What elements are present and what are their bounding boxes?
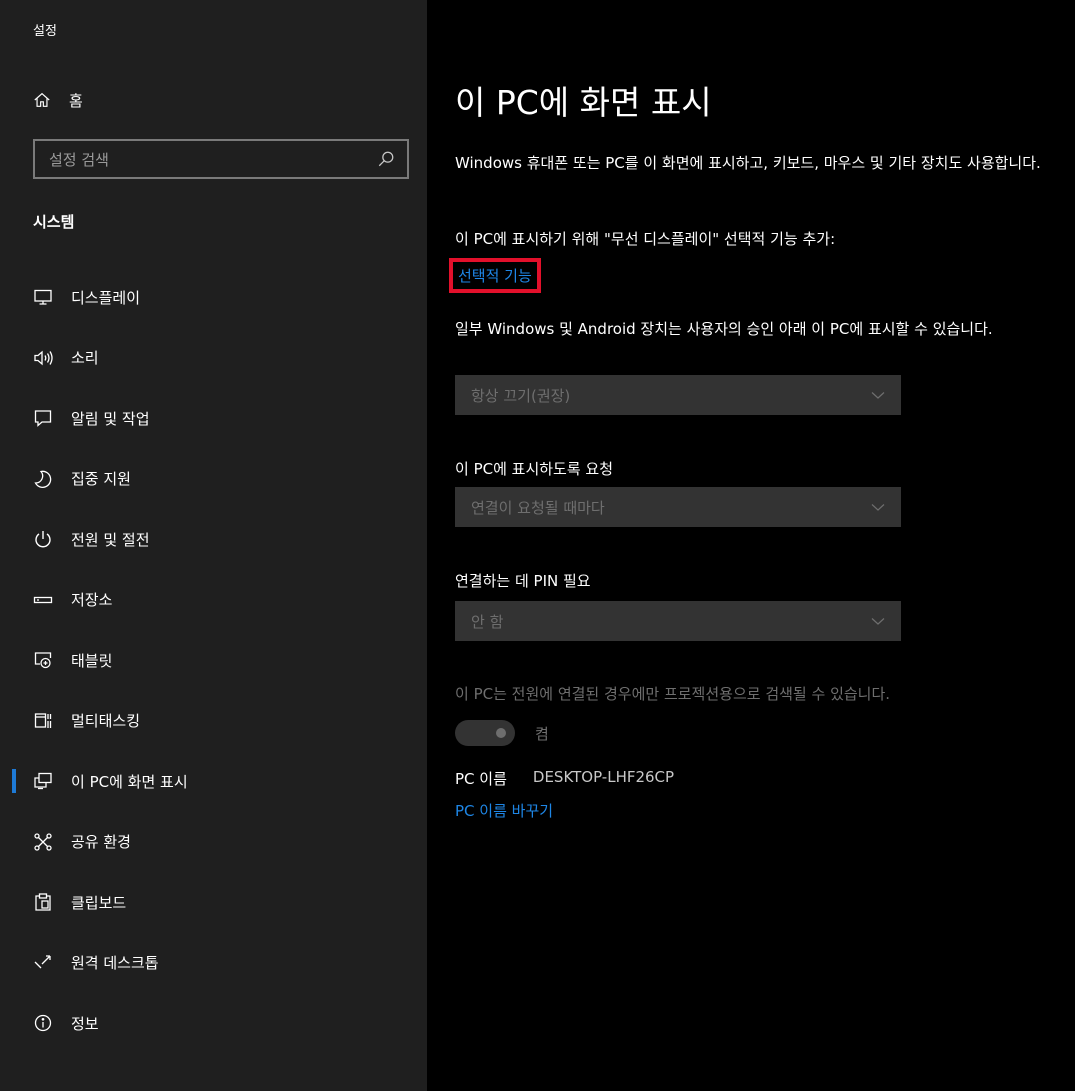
info-icon bbox=[33, 1013, 53, 1033]
chevron-down-icon bbox=[871, 504, 885, 511]
sidebar: 설정 홈 설정 검색 시스템 디스플레이 소리 알림 및 작업 집중 지원 전원… bbox=[0, 0, 427, 1091]
power-note: 이 PC는 전원에 연결된 경우에만 프로젝션용으로 검색될 수 있습니다. bbox=[455, 685, 891, 703]
sidebar-item-label: 멀티태스킹 bbox=[71, 712, 141, 731]
pc-name-label: PC 이름 bbox=[455, 770, 507, 788]
remote-desktop-icon bbox=[33, 953, 53, 973]
availability-dropdown[interactable]: 항상 끄기(권장) bbox=[455, 375, 901, 415]
sidebar-item-remote-desktop[interactable]: 원격 데스크톱 bbox=[0, 933, 427, 994]
settings-search-box[interactable]: 설정 검색 bbox=[33, 139, 409, 179]
notification-icon bbox=[33, 408, 53, 428]
sidebar-item-sound[interactable]: 소리 bbox=[0, 328, 427, 389]
sidebar-item-about[interactable]: 정보 bbox=[0, 993, 427, 1054]
sidebar-item-power[interactable]: 전원 및 절전 bbox=[0, 509, 427, 570]
sidebar-item-label: 정보 bbox=[71, 1014, 99, 1033]
sidebar-item-label: 집중 지원 bbox=[71, 470, 131, 489]
shared-experiences-icon bbox=[33, 832, 53, 852]
home-icon bbox=[34, 92, 50, 107]
pin-dropdown-value: 안 함 bbox=[471, 612, 504, 631]
sidebar-item-display[interactable]: 디스플레이 bbox=[0, 267, 427, 328]
power-toggle-row: 켬 bbox=[455, 720, 549, 746]
page-description: Windows 휴대폰 또는 PC를 이 화면에 표시하고, 키보드, 마우스 … bbox=[455, 154, 1041, 172]
sidebar-item-multitasking[interactable]: 멀티태스킹 bbox=[0, 691, 427, 752]
pin-dropdown[interactable]: 안 함 bbox=[455, 601, 901, 641]
speaker-icon bbox=[33, 348, 53, 368]
wireless-display-instruction: 이 PC에 표시하기 위해 "무선 디스플레이" 선택적 기능 추가: bbox=[455, 230, 836, 248]
request-dropdown[interactable]: 연결이 요청될 때마다 bbox=[455, 487, 901, 527]
monitor-icon bbox=[33, 287, 53, 307]
pin-label: 연결하는 데 PIN 필요 bbox=[455, 572, 591, 590]
sidebar-item-project-to-this-pc[interactable]: 이 PC에 화면 표시 bbox=[0, 751, 427, 812]
page-title: 이 PC에 화면 표시 bbox=[455, 83, 712, 122]
sidebar-item-notifications[interactable]: 알림 및 작업 bbox=[0, 388, 427, 449]
clipboard-icon bbox=[33, 892, 53, 912]
window-title: 설정 bbox=[33, 24, 57, 39]
sidebar-item-label: 디스플레이 bbox=[71, 288, 141, 307]
sidebar-item-label: 알림 및 작업 bbox=[71, 409, 150, 428]
chevron-down-icon bbox=[871, 618, 885, 625]
sidebar-item-focus-assist[interactable]: 집중 지원 bbox=[0, 449, 427, 510]
sidebar-item-tablet[interactable]: 태블릿 bbox=[0, 630, 427, 691]
sidebar-item-label: 소리 bbox=[71, 349, 99, 368]
chevron-down-icon bbox=[871, 392, 885, 399]
power-icon bbox=[33, 529, 53, 549]
project-icon bbox=[33, 771, 53, 791]
optional-features-link[interactable]: 선택적 기능 bbox=[449, 258, 541, 293]
sidebar-item-label: 이 PC에 화면 표시 bbox=[71, 772, 188, 791]
sidebar-nav: 디스플레이 소리 알림 및 작업 집중 지원 전원 및 절전 저장소 태블릿 멀… bbox=[0, 267, 427, 1054]
sidebar-item-clipboard[interactable]: 클립보드 bbox=[0, 872, 427, 933]
home-link[interactable]: 홈 bbox=[33, 86, 83, 114]
sidebar-item-shared-experiences[interactable]: 공유 환경 bbox=[0, 812, 427, 873]
sidebar-item-storage[interactable]: 저장소 bbox=[0, 570, 427, 631]
sidebar-item-label: 공유 환경 bbox=[71, 833, 131, 852]
device-projection-description: 일부 Windows 및 Android 장치는 사용자의 승인 아래 이 PC… bbox=[455, 320, 993, 338]
multitasking-icon bbox=[33, 711, 53, 731]
power-toggle-label: 켬 bbox=[535, 724, 549, 743]
request-dropdown-value: 연결이 요청될 때마다 bbox=[471, 498, 605, 517]
pc-name-row: PC 이름 DESKTOP-LHF26CP bbox=[455, 768, 674, 789]
rename-pc-link[interactable]: PC 이름 바꾸기 bbox=[455, 800, 553, 821]
sidebar-item-label: 전원 및 절전 bbox=[71, 530, 150, 549]
sidebar-item-label: 태블릿 bbox=[71, 651, 113, 670]
availability-dropdown-value: 항상 끄기(권장) bbox=[471, 386, 571, 405]
power-toggle[interactable] bbox=[455, 720, 515, 746]
search-icon[interactable] bbox=[377, 150, 395, 168]
search-input[interactable]: 설정 검색 bbox=[49, 149, 377, 170]
storage-icon bbox=[33, 590, 53, 610]
sidebar-item-label: 저장소 bbox=[71, 591, 113, 610]
request-label: 이 PC에 표시하도록 요청 bbox=[455, 460, 614, 478]
home-label: 홈 bbox=[69, 91, 83, 110]
sidebar-item-label: 클립보드 bbox=[71, 893, 127, 912]
section-heading: 시스템 bbox=[33, 213, 75, 231]
sidebar-item-label: 원격 데스크톱 bbox=[71, 954, 159, 973]
pc-name-value: DESKTOP-LHF26CP bbox=[532, 768, 675, 786]
moon-icon bbox=[33, 469, 53, 489]
tablet-icon bbox=[33, 650, 53, 670]
